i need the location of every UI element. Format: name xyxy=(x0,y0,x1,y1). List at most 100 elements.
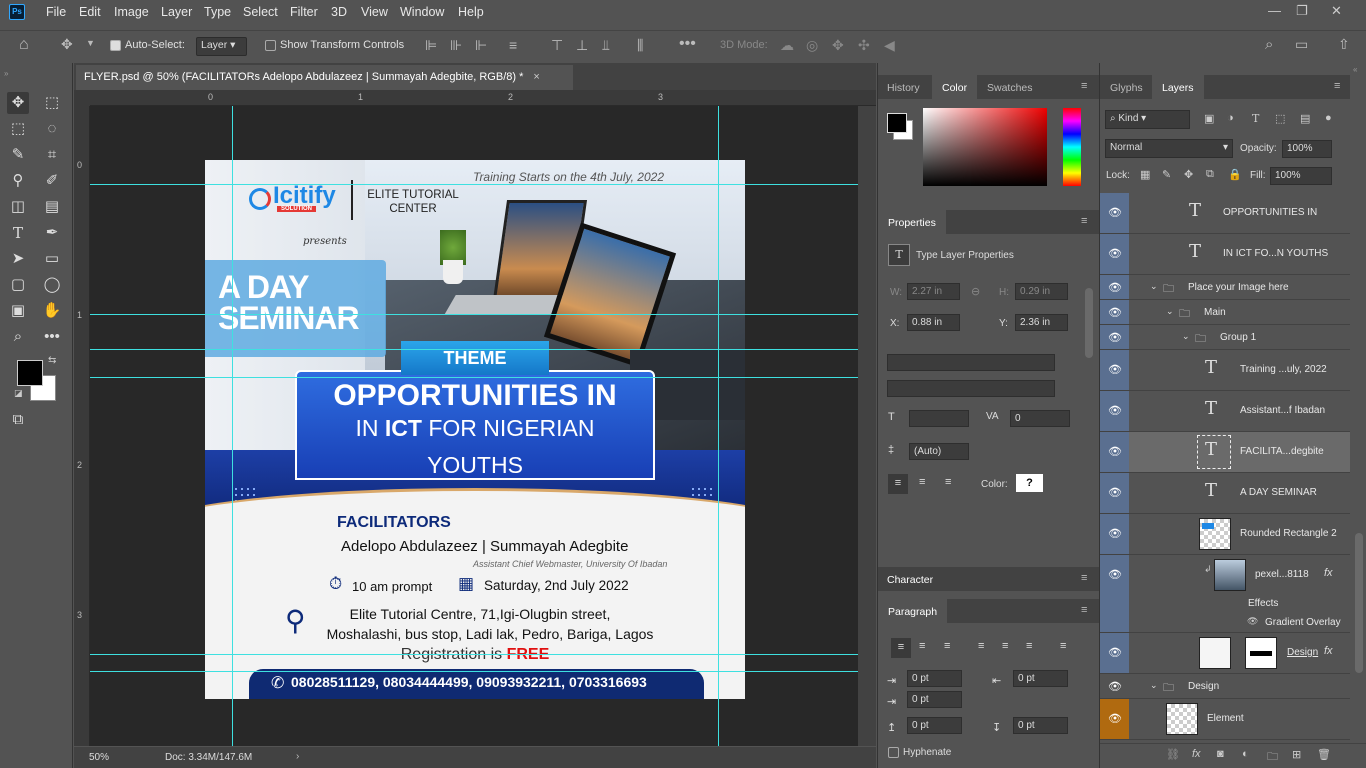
guide-horizontal[interactable] xyxy=(90,184,858,185)
layer-row[interactable]: 👁 T IN ICT FO...N YOUTHS xyxy=(1100,234,1350,275)
filter-adjust-icon[interactable]: ◑ xyxy=(1227,112,1234,124)
auto-select-dropdown[interactable]: Layer ▾ xyxy=(196,37,247,56)
eye-icon[interactable]: 👁 xyxy=(1108,363,1122,376)
x-field[interactable]: 0.88 in xyxy=(907,314,960,331)
visibility-toggle[interactable]: 👁 xyxy=(1100,674,1129,698)
quick-select-tool[interactable]: ✎ xyxy=(7,144,29,166)
chevron-down-icon[interactable]: ▼ xyxy=(86,38,95,48)
align-center-text-icon[interactable]: ≡ xyxy=(919,476,925,488)
eye-icon[interactable]: 👁 xyxy=(1108,486,1122,499)
more-icon[interactable]: ••• xyxy=(679,35,696,53)
tab-history[interactable]: History xyxy=(887,82,920,94)
tab-swatches[interactable]: Swatches xyxy=(987,82,1033,94)
indent-left-field[interactable]: 0 pt xyxy=(907,670,962,687)
lock-position-icon[interactable]: ✥ xyxy=(1184,168,1193,181)
layer-row[interactable]: 👁 T Training ...uly, 2022 xyxy=(1100,350,1350,391)
eye-icon[interactable]: 👁 xyxy=(1108,404,1122,417)
layer-row[interactable]: 👁 T OPPORTUNITIES IN xyxy=(1100,193,1350,234)
close-tab-icon[interactable]: × xyxy=(533,71,539,83)
new-layer-icon[interactable]: ⊞ xyxy=(1292,748,1301,761)
crop-tool[interactable]: ⌗ xyxy=(41,144,63,166)
character-menu-icon[interactable]: ≡ xyxy=(1081,572,1087,584)
layer-group-row[interactable]: 👁 ⌄ 🗀 Place your Image here xyxy=(1100,275,1350,300)
para-align-left-icon[interactable]: ≡ xyxy=(891,638,911,658)
zoom-level[interactable]: 50% xyxy=(89,752,109,763)
properties-menu-icon[interactable]: ≡ xyxy=(1081,215,1087,227)
lock-pixels-icon[interactable]: ✎ xyxy=(1162,168,1171,181)
visibility-toggle[interactable]: 👁 xyxy=(1100,350,1129,390)
visibility-toggle[interactable]: 👁 xyxy=(1100,432,1129,472)
layers-scrollbar[interactable] xyxy=(1355,533,1363,673)
eye-icon[interactable]: 👁 xyxy=(1108,445,1122,458)
menu-3d[interactable]: 3D xyxy=(331,5,347,19)
eraser-tool[interactable]: ◫ xyxy=(7,196,29,218)
visibility-toggle[interactable]: 👁 xyxy=(1100,555,1129,632)
swap-colors-icon[interactable]: ⇆ xyxy=(48,355,56,366)
layer-group-row[interactable]: 👁 ⌄ 🗀 Design xyxy=(1100,674,1350,699)
indent-first-field[interactable]: 0 pt xyxy=(907,691,962,708)
space-after-field[interactable]: 0 pt xyxy=(1013,717,1068,734)
fill-field[interactable]: 100% xyxy=(1270,167,1332,185)
align-bottom-icon[interactable]: ⫫ xyxy=(602,37,610,54)
guide-horizontal[interactable] xyxy=(90,349,858,350)
eye-icon[interactable]: 👁 xyxy=(1108,680,1122,693)
filter-smart-icon[interactable]: ▤ xyxy=(1300,112,1310,125)
chevron-down-icon[interactable]: ⌄ xyxy=(1166,306,1174,317)
type-tool[interactable]: T xyxy=(7,222,29,244)
orbit-3d-icon[interactable]: ☁ xyxy=(780,37,794,54)
layer-filter-dropdown[interactable]: ⌕ Kind ▾ xyxy=(1105,110,1190,129)
layer-group-row[interactable]: 👁 ⌄ 🗀 Main xyxy=(1100,300,1350,325)
hand-tool[interactable]: ✋ xyxy=(41,300,63,322)
leading-field[interactable]: (Auto) xyxy=(909,443,969,460)
distribute-icon[interactable]: ≡ xyxy=(509,37,517,53)
properties-scrollbar[interactable] xyxy=(1085,288,1093,358)
text-color-swatch[interactable]: ? xyxy=(1016,474,1043,492)
menu-type[interactable]: Type xyxy=(204,5,231,19)
opacity-field[interactable]: 100% xyxy=(1282,140,1332,158)
menu-window[interactable]: Window xyxy=(400,5,444,19)
default-colors-icon[interactable]: ◪ xyxy=(14,388,23,399)
scale-3d-icon[interactable]: ◀ xyxy=(884,37,895,54)
paragraph-menu-icon[interactable]: ≡ xyxy=(1081,604,1087,616)
delete-layer-icon[interactable]: 🗑 xyxy=(1317,748,1331,761)
link-icon[interactable]: ⊖ xyxy=(971,285,980,298)
status-arrow-icon[interactable]: › xyxy=(296,751,299,762)
guide-horizontal[interactable] xyxy=(90,671,858,672)
font-family-dropdown[interactable] xyxy=(887,354,1055,371)
chevron-down-icon[interactable]: ⌄ xyxy=(1150,680,1158,691)
layer-row[interactable]: 👁 Element xyxy=(1100,699,1350,740)
path-select-tool[interactable]: ➤ xyxy=(7,248,29,270)
eye-icon[interactable]: 👁 xyxy=(1108,646,1122,659)
eye-icon[interactable]: 👁 xyxy=(1108,206,1122,219)
w-field[interactable]: 2.27 in xyxy=(907,283,960,300)
tab-color[interactable]: Color xyxy=(932,75,978,99)
layer-group-row[interactable]: 👁 ⌄ 🗀 Group 1 xyxy=(1100,325,1350,350)
para-justify-left-icon[interactable]: ≡ xyxy=(978,640,984,652)
blend-mode-dropdown[interactable]: Normal ▾ xyxy=(1105,139,1233,158)
align-left-text-icon[interactable]: ≡ xyxy=(888,474,908,494)
guide-horizontal[interactable] xyxy=(90,314,858,315)
font-style-dropdown[interactable] xyxy=(887,380,1055,397)
chevron-down-icon[interactable]: ⌄ xyxy=(1182,331,1190,342)
menu-edit[interactable]: Edit xyxy=(79,5,101,19)
minimize-icon[interactable]: — xyxy=(1268,3,1281,18)
brush-tool[interactable]: ✐ xyxy=(41,170,63,192)
layer-row[interactable]: 👁 Design fx xyxy=(1100,633,1350,674)
layer-row-selected[interactable]: 👁 T FACILITA...degbite xyxy=(1100,432,1350,473)
para-justify-right-icon[interactable]: ≡ xyxy=(1026,640,1032,652)
eyedropper-tool[interactable]: ⚲ xyxy=(7,170,29,192)
flyer-artwork[interactable]: Training Starts on the 4th July, 2022 Ic… xyxy=(205,160,745,699)
space-before-field[interactable]: 0 pt xyxy=(907,717,962,734)
align-middle-icon[interactable]: ⊥ xyxy=(576,37,588,54)
collapse-icon[interactable]: » xyxy=(4,69,8,78)
visibility-toggle[interactable]: 👁 xyxy=(1100,514,1129,554)
visibility-toggle[interactable]: 👁 xyxy=(1100,473,1129,513)
menu-select[interactable]: Select xyxy=(243,5,278,19)
rectangle-tool[interactable]: ▭ xyxy=(41,248,63,270)
more-tools-icon[interactable]: ••• xyxy=(41,326,63,348)
eye-icon[interactable]: 👁 xyxy=(1108,331,1122,344)
guide-vertical[interactable] xyxy=(232,106,233,746)
search-icon[interactable]: ⌕ xyxy=(1265,36,1273,53)
tracking-field[interactable]: 0 xyxy=(1010,410,1070,427)
layer-row[interactable]: 👁 ↲ pexel...8118 fx Effects 👁 Gradient O… xyxy=(1100,555,1350,633)
